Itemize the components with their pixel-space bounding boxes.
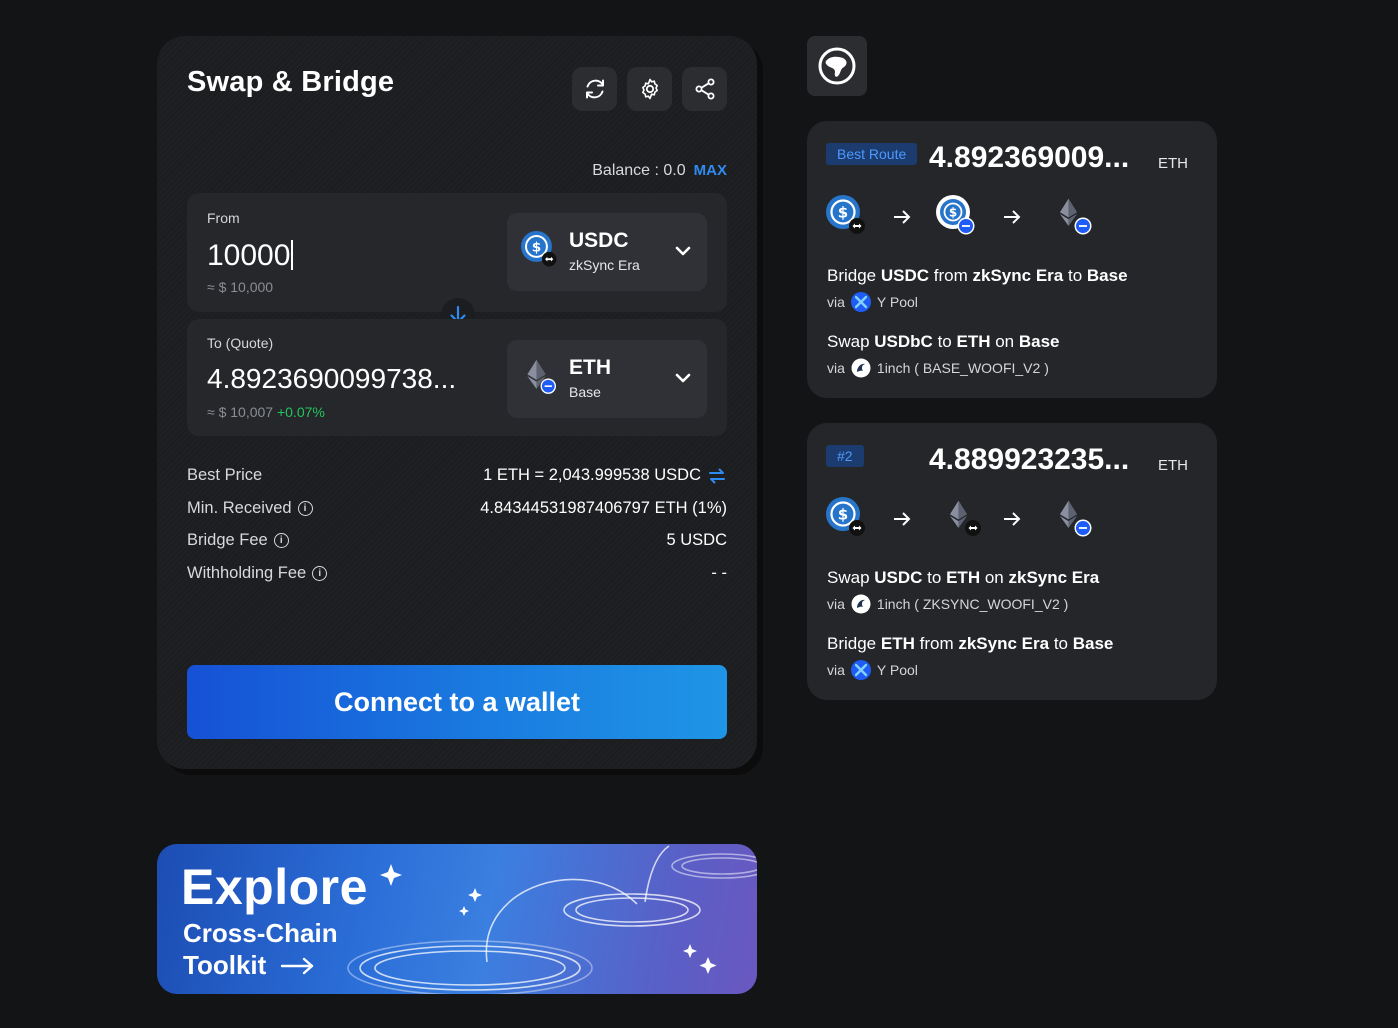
to-token-selector[interactable]: ETH Base xyxy=(507,340,707,418)
from-token-selector[interactable]: USDC zkSync Era xyxy=(507,213,707,291)
withholding-fee-value: - - xyxy=(711,564,727,582)
usdc-icon xyxy=(521,231,557,267)
route-step-2: Swap USDbC to ETH on Base xyxy=(827,332,1060,351)
withholding-fee-label: Withholding Fee xyxy=(187,564,307,582)
min-received-value: 4.84344531987406797 ETH (1%) xyxy=(480,499,727,517)
from-token-name: USDC xyxy=(569,229,629,252)
banner-subtitle-2: Toolkit xyxy=(183,950,316,981)
best-route-badge: Best Route xyxy=(826,143,918,165)
globe-icon xyxy=(818,47,856,85)
withholding-fee-row: Withholding Fee i - - xyxy=(187,564,727,588)
chevron-down-icon xyxy=(675,246,691,256)
route-step-1-via: via Y Pool xyxy=(827,292,918,312)
to-label: To (Quote) xyxy=(207,335,274,351)
usdbc-base-icon: $ xyxy=(936,195,975,235)
route-card-2[interactable]: #2 4.889923235... ETH Swap USDC to ETH o… xyxy=(807,423,1217,700)
share-button[interactable] xyxy=(682,67,727,111)
bridge-fee-value: 5 USDC xyxy=(666,531,727,549)
gear-icon xyxy=(641,78,658,100)
chevron-down-icon xyxy=(675,373,691,383)
route-step-2: Bridge ETH from zkSync Era to Base xyxy=(827,634,1114,653)
1inch-icon xyxy=(851,358,871,378)
max-button[interactable]: MAX xyxy=(694,162,727,179)
route-symbol: ETH xyxy=(1158,155,1188,172)
page-title: Swap & Bridge xyxy=(187,66,395,98)
arrow-right-icon xyxy=(894,210,911,224)
share-icon xyxy=(695,78,714,100)
svg-text:$: $ xyxy=(949,206,957,220)
globe-button[interactable] xyxy=(807,36,867,96)
route-symbol: ETH xyxy=(1158,457,1188,474)
swap-bridge-card: Swap & Bridge Balance : 0.0 MAX From 1000… xyxy=(157,36,757,769)
to-token-chain: Base xyxy=(569,384,601,400)
to-amount-value: 4.8923690099738... xyxy=(207,363,457,394)
price-impact: +0.07% xyxy=(276,404,325,420)
arrow-right-icon xyxy=(1004,210,1021,224)
route-path xyxy=(826,497,1206,541)
best-price-value: 1 ETH = 2,043.999538 USDC xyxy=(483,466,701,484)
bridge-fee-row: Bridge Fee i 5 USDC xyxy=(187,531,727,555)
ypool-icon xyxy=(850,660,871,680)
info-icon[interactable]: i xyxy=(297,501,313,516)
route-step-2-via: via Y Pool xyxy=(827,660,918,680)
1inch-icon xyxy=(851,594,871,614)
ypool-icon xyxy=(850,292,871,312)
to-token-name: ETH xyxy=(569,356,611,379)
route-card-best[interactable]: Best Route 4.892369009... ETH $ Bridge U… xyxy=(807,121,1217,398)
swap-rate-icon[interactable] xyxy=(707,468,727,484)
from-amount-input[interactable]: 10000 xyxy=(207,239,293,273)
bridge-fee-label: Bridge Fee xyxy=(187,531,268,549)
from-usd-value: ≈ $ 10,000 xyxy=(207,279,274,295)
refresh-button[interactable] xyxy=(572,67,617,111)
to-panel: To (Quote) 4.8923690099738... ≈ $ 10,007… xyxy=(187,319,727,436)
min-received-row: Min. Received i 4.84344531987406797 ETH (… xyxy=(187,499,727,523)
banner-subtitle-1: Cross-Chain xyxy=(183,918,338,948)
route-rank-badge: #2 xyxy=(826,445,864,467)
eth-zksync-icon xyxy=(949,500,981,536)
eth-icon xyxy=(527,359,556,394)
arrow-right-icon xyxy=(894,512,911,526)
settings-button[interactable] xyxy=(627,67,672,111)
route-step-1: Swap USDC to ETH on zkSync Era xyxy=(827,568,1100,587)
balance-row: Balance : 0.0 MAX xyxy=(592,162,727,180)
usdc-zksync-icon xyxy=(826,497,865,536)
best-price-label: Best Price xyxy=(187,466,263,484)
explore-toolkit-banner[interactable]: Explore Cross-Chain Toolkit xyxy=(157,844,757,994)
route-amount: 4.889923235... xyxy=(929,443,1130,476)
arrow-right-icon xyxy=(280,957,313,975)
route-step-1-via: via 1inch ( ZKSYNC_WOOFI_V2 ) xyxy=(827,594,1069,614)
from-panel: From 10000 ≈ $ 10,000 USDC zkSync Era xyxy=(187,193,727,312)
from-label: From xyxy=(207,210,240,226)
info-icon[interactable]: i xyxy=(273,533,289,548)
eth-base-icon xyxy=(1059,500,1092,537)
to-usd-value: ≈ $ 10,007 +0.07% xyxy=(207,404,325,420)
balance-label: Balance : 0.0 xyxy=(592,162,686,179)
route-step-2-via: via 1inch ( BASE_WOOFI_V2 ) xyxy=(827,358,1049,378)
from-token-chain: zkSync Era xyxy=(569,257,640,273)
usdc-zksync-icon xyxy=(826,195,865,234)
route-path: $ xyxy=(826,195,1206,239)
info-icon[interactable]: i xyxy=(312,566,328,581)
best-price-row: Best Price 1 ETH = 2,043.999538 USDC xyxy=(187,466,727,490)
min-received-label: Min. Received xyxy=(187,499,292,517)
arrow-right-icon xyxy=(1004,512,1021,526)
connect-wallet-button[interactable]: Connect to a wallet xyxy=(187,665,727,739)
refresh-icon xyxy=(585,79,604,99)
eth-base-icon xyxy=(1059,198,1092,235)
banner-title: Explore xyxy=(181,859,368,915)
route-amount: 4.892369009... xyxy=(929,141,1130,174)
route-step-1: Bridge USDC from zkSync Era to Base xyxy=(827,266,1128,285)
